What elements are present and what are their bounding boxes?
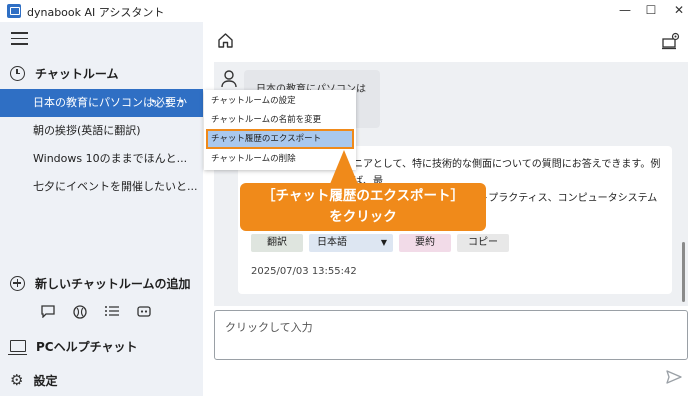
- title-bar: dynabook AI アシスタント — ☐ ✕: [0, 0, 700, 22]
- chatroom-section-header: チャットルーム: [10, 64, 119, 82]
- callout-line-1: ［チャット履歴のエクスポート］: [262, 188, 464, 204]
- chat-scrollbar[interactable]: [682, 242, 685, 302]
- message-input[interactable]: クリックして入力: [214, 310, 688, 360]
- plus-circle-icon: [10, 275, 25, 291]
- sidebar-item-chatroom[interactable]: 七夕にイベントを開催したいと...: [0, 173, 203, 201]
- more-options-icon[interactable]: ・・・: [147, 89, 189, 117]
- message-timestamp: 2025/07/03 13:55:42: [251, 266, 357, 277]
- hamburger-menu-icon[interactable]: [11, 32, 28, 46]
- callout-pointer: [330, 150, 358, 184]
- menu-item-chatroom-settings[interactable]: チャットルームの設定: [207, 92, 353, 110]
- robot-icon[interactable]: [136, 305, 152, 321]
- translate-button[interactable]: 翻訳: [251, 234, 303, 252]
- chevron-down-icon: ▼: [380, 238, 387, 247]
- gear-icon: ⚙: [10, 371, 24, 389]
- history-icon: [10, 65, 25, 81]
- close-button[interactable]: ✕: [664, 0, 694, 22]
- tool-icon-row: [40, 305, 152, 321]
- chatroom-section-label: チャットルーム: [35, 66, 119, 81]
- summary-button[interactable]: 要約: [399, 234, 451, 252]
- sidebar-item-chatroom[interactable]: 日本の教育にパソコンは必要か ・・・: [0, 89, 203, 117]
- list-icon[interactable]: [104, 305, 120, 321]
- copy-button[interactable]: コピー: [457, 234, 509, 252]
- app-icon: [7, 4, 21, 18]
- menu-item-export-history[interactable]: チャット履歴のエクスポート: [206, 129, 354, 149]
- pc-help-chat-button[interactable]: PCヘルプチャット: [8, 337, 138, 355]
- add-chatroom-label: 新しいチャットルームの追加: [35, 276, 191, 291]
- callout-line-2: をクリック: [329, 209, 397, 225]
- message-input-placeholder: クリックして入力: [225, 321, 313, 334]
- user-avatar-icon: [221, 70, 237, 88]
- settings-button[interactable]: ⚙ 設定: [10, 371, 57, 389]
- globe-icon[interactable]: [72, 305, 88, 321]
- chat-icon[interactable]: [40, 305, 56, 321]
- sidebar-item-chatroom[interactable]: 朝の挨拶(英語に翻訳): [0, 117, 203, 145]
- language-select-value: 日本語: [317, 237, 347, 248]
- language-select[interactable]: 日本語 ▼: [309, 234, 393, 252]
- settings-label: 設定: [33, 373, 58, 388]
- sidebar-item-chatroom[interactable]: Windows 10のままでほんと...: [0, 145, 203, 173]
- window-title: dynabook AI アシスタント: [27, 6, 165, 19]
- chatroom-label: Windows 10のままでほんと...: [33, 152, 188, 165]
- response-action-row: 翻訳 日本語 ▼ 要約 コピー: [251, 234, 509, 252]
- instruction-callout: ［チャット履歴のエクスポート］ をクリック: [240, 183, 486, 231]
- add-chatroom-button[interactable]: 新しいチャットルームの追加: [10, 274, 191, 292]
- laptop-icon: [8, 340, 27, 355]
- pc-help-chat-label: PCヘルプチャット: [36, 339, 138, 354]
- maximize-button[interactable]: ☐: [636, 0, 666, 22]
- support-settings-icon[interactable]: [662, 32, 680, 50]
- sidebar: チャットルーム 日本の教育にパソコンは必要か ・・・ 朝の挨拶(英語に翻訳) W…: [0, 22, 203, 396]
- menu-item-rename-chatroom[interactable]: チャットルームの名前を変更: [207, 111, 353, 129]
- chatroom-label: 朝の挨拶(英語に翻訳): [33, 124, 141, 137]
- home-icon[interactable]: [217, 32, 234, 48]
- chatroom-label: 七夕にイベントを開催したいと...: [33, 180, 198, 193]
- send-icon[interactable]: [666, 370, 682, 384]
